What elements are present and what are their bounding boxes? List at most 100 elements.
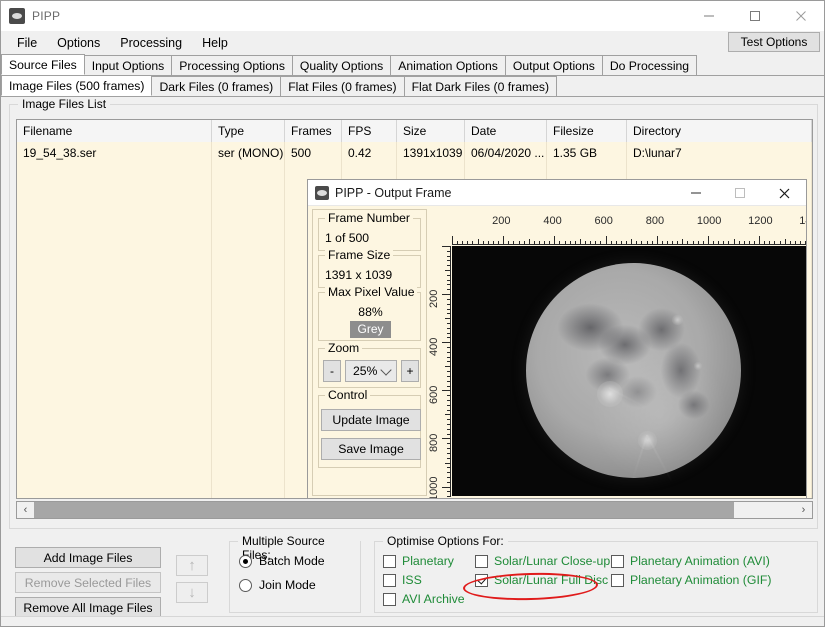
menu-bar: File Options Processing Help Test Option… [1, 31, 824, 55]
scroll-left-icon[interactable]: ‹ [17, 502, 34, 518]
checkbox-planetary[interactable]: Planetary [383, 554, 465, 568]
ruler-tick [482, 241, 484, 245]
save-image-button[interactable]: Save Image [321, 438, 421, 460]
table-empty-cell [17, 268, 212, 289]
column-header-directory[interactable]: Directory [627, 120, 812, 142]
column-header-filename[interactable]: Filename [17, 120, 212, 142]
radio-join-mode[interactable]: Join Mode [239, 578, 325, 592]
column-header-frames[interactable]: Frames [285, 120, 342, 142]
zoom-out-button[interactable]: - [323, 360, 341, 382]
column-header-date[interactable]: Date [465, 120, 547, 142]
output-frame-title-bar: PIPP - Output Frame [308, 180, 806, 206]
ruler-tick [447, 322, 451, 324]
sub-tab-bar: Image Files (500 frames) Dark Files (0 f… [1, 75, 824, 97]
subtab-flat-files[interactable]: Flat Files (0 frames) [280, 76, 405, 96]
ruler-tick [445, 270, 451, 272]
menu-item-processing[interactable]: Processing [110, 33, 192, 53]
test-options-button[interactable]: Test Options [728, 32, 820, 52]
ruler-tick [626, 241, 628, 245]
ruler-tick [559, 241, 561, 245]
checkbox-solar-lunar-closeup[interactable]: Solar/Lunar Close-up [475, 554, 610, 568]
ruler-tick [447, 371, 451, 373]
scrollbar-thumb[interactable] [34, 502, 735, 518]
tab-quality-options[interactable]: Quality Options [291, 55, 392, 75]
add-image-files-button[interactable]: Add Image Files [15, 547, 161, 568]
subtab-image-files[interactable]: Image Files (500 frames) [1, 75, 153, 96]
ruler-tick [442, 294, 451, 296]
checkbox-planetary-animation-gif[interactable]: Planetary Animation (GIF) [611, 573, 771, 587]
ruler-tick [528, 239, 530, 245]
table-empty-cell [17, 436, 212, 457]
menu-item-help[interactable]: Help [192, 33, 238, 53]
radio-batch-mode-label: Batch Mode [259, 554, 325, 568]
tab-animation-options[interactable]: Animation Options [390, 55, 506, 75]
move-up-button[interactable]: ↑ [176, 555, 208, 576]
table-empty-cell [17, 205, 212, 226]
column-header-filesize[interactable]: Filesize [547, 120, 627, 142]
maximize-icon[interactable] [732, 1, 778, 31]
ruler-tick [774, 241, 776, 245]
radio-batch-mode[interactable]: Batch Mode [239, 554, 325, 568]
column-header-fps[interactable]: FPS [342, 120, 397, 142]
column-header-size[interactable]: Size [397, 120, 465, 142]
ruler-tick [805, 241, 806, 245]
tab-input-options[interactable]: Input Options [83, 55, 173, 75]
ruler-tick [585, 241, 587, 245]
checkbox-iss[interactable]: ISS [383, 573, 465, 587]
crater-small-a [672, 314, 683, 326]
frame-number-value: 1 of 500 [325, 231, 370, 245]
output-frame-side-panel: Frame Number 1 of 500 Frame Size 1391 x … [312, 209, 427, 496]
checkbox-planetary-animation-avi[interactable]: Planetary Animation (AVI) [611, 554, 771, 568]
ruler-tick [544, 241, 546, 245]
ruler-tick [442, 390, 451, 392]
move-down-button[interactable]: ↓ [176, 582, 208, 603]
ruler-tick [447, 404, 451, 406]
cell-directory: D:\lunar7 [627, 142, 812, 163]
optimise-options-group: Optimise Options For: Planetary ISS AVI … [374, 534, 818, 613]
ruler-tick [631, 239, 633, 245]
subtab-flat-dark-files[interactable]: Flat Dark Files (0 frames) [403, 76, 558, 96]
checkbox-solar-lunar-full-disc[interactable]: Solar/Lunar Full Disc [475, 573, 610, 587]
ruler-tick [447, 327, 451, 329]
output-frame-title: PIPP - Output Frame [335, 185, 452, 200]
ruler-tick [508, 241, 510, 245]
close-icon[interactable] [778, 1, 824, 31]
ruler-tick [447, 332, 451, 334]
ruler-tick [457, 241, 459, 245]
checkbox-solar-lunar-closeup-label: Solar/Lunar Close-up [494, 554, 611, 568]
menu-item-options[interactable]: Options [47, 33, 110, 53]
vertical-ruler: 200 400 600 800 1000 [428, 209, 452, 498]
ruler-tick [743, 241, 745, 245]
checkbox-avi-archive[interactable]: AVI Archive [383, 592, 465, 606]
main-title-bar: PIPP [1, 1, 824, 31]
horizontal-scrollbar[interactable]: ‹ › [16, 501, 813, 519]
tab-source-files[interactable]: Source Files [1, 54, 85, 75]
table-row[interactable]: 19_54_38.ser ser (MONO) 500 0.42 1391x1039 06… [17, 142, 812, 163]
update-image-button[interactable]: Update Image [321, 409, 421, 431]
scrollbar-track[interactable] [34, 502, 795, 518]
checkbox-avi-archive-label: AVI Archive [402, 592, 465, 606]
max-pixel-value-group: Max Pixel Value 88% Grey [318, 285, 421, 341]
ruler-tick [723, 241, 725, 245]
column-header-type[interactable]: Type [212, 120, 285, 142]
output-frame-minimize-icon[interactable] [674, 180, 718, 206]
status-bar [1, 616, 824, 626]
output-frame-close-icon[interactable] [762, 180, 806, 206]
cell-date: 06/04/2020 ... [465, 142, 547, 163]
output-image-canvas[interactable] [452, 246, 806, 496]
ruler-tick [442, 342, 451, 344]
remove-all-image-files-button[interactable]: Remove All Image Files [15, 597, 161, 618]
output-frame-window-controls [674, 180, 806, 206]
zoom-select[interactable]: 25% [345, 360, 397, 382]
scroll-right-icon[interactable]: › [795, 502, 812, 518]
subtab-dark-files[interactable]: Dark Files (0 frames) [151, 76, 282, 96]
ruler-tick [447, 433, 451, 435]
minimize-icon[interactable] [686, 1, 732, 31]
checkbox-iss-label: ISS [402, 573, 422, 587]
arrow-up-icon: ↑ [188, 557, 196, 574]
tab-output-options[interactable]: Output Options [504, 55, 603, 75]
zoom-in-button[interactable]: + [401, 360, 419, 382]
menu-item-file[interactable]: File [7, 33, 47, 53]
tab-do-processing[interactable]: Do Processing [601, 55, 698, 75]
tab-processing-options[interactable]: Processing Options [171, 55, 293, 75]
